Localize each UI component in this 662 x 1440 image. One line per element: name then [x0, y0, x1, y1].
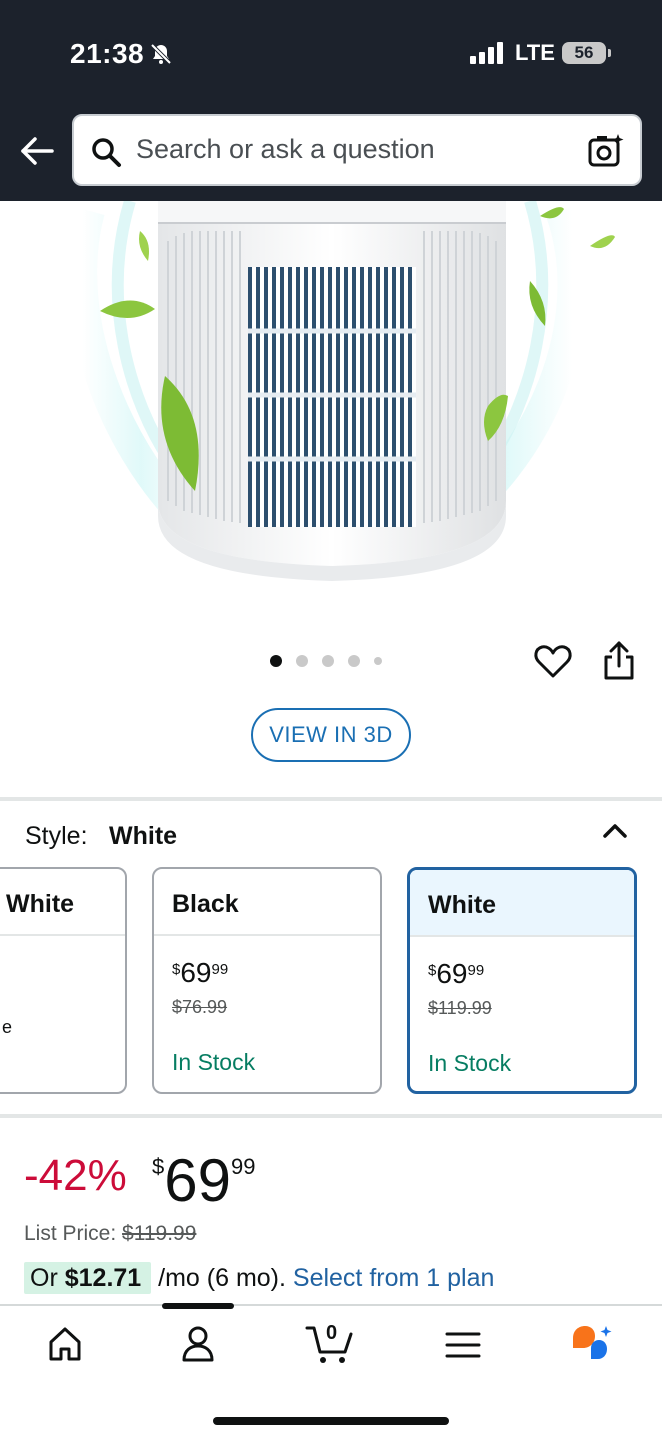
cart-button[interactable]: 0 — [305, 1322, 355, 1366]
style-option-name: Black — [154, 869, 380, 936]
style-option-list-price: $76.99 — [172, 997, 228, 1017]
menu-icon[interactable] — [444, 1330, 482, 1360]
image-carousel-dots[interactable] — [270, 655, 382, 667]
chevron-up-icon[interactable] — [600, 817, 630, 843]
search-bar[interactable] — [72, 114, 642, 186]
discount-percent: -42% — [24, 1151, 127, 1200]
account-icon[interactable] — [179, 1324, 217, 1364]
rufus-assistant-icon[interactable] — [569, 1324, 615, 1366]
search-input[interactable] — [136, 134, 566, 165]
carousel-dot[interactable] — [270, 655, 282, 667]
style-option-stock: In Stock — [428, 1050, 512, 1076]
view-in-3d-button[interactable]: VIEW IN 3D — [251, 708, 411, 762]
share-icon[interactable] — [600, 640, 638, 682]
product-image[interactable] — [0, 201, 662, 621]
style-option-price: $6999 — [428, 958, 485, 989]
style-option-name: White — [410, 870, 634, 937]
bell-muted-icon — [150, 43, 172, 65]
carousel-dot[interactable] — [296, 655, 308, 667]
current-price: $6999 — [152, 1147, 256, 1214]
section-divider — [0, 1114, 662, 1118]
style-option-card-selected[interactable]: White $6999 $119.99 In Stock — [407, 867, 637, 1094]
heart-icon[interactable] — [532, 640, 574, 682]
top-header: 21:38 LTE 56 — [0, 0, 662, 201]
style-selected-value: White — [109, 822, 178, 850]
active-tab-indicator — [162, 1303, 234, 1309]
carousel-dot[interactable] — [348, 655, 360, 667]
style-option-name: White — [0, 869, 125, 936]
style-option-price: $6999 — [172, 957, 229, 988]
installment-plan: Or $12.71 /mo (6 mo). Select from 1 plan — [24, 1262, 495, 1294]
home-indicator — [213, 1417, 449, 1425]
style-option-stock: In Stock — [172, 1049, 256, 1075]
list-price: List Price: $119.99 — [24, 1222, 197, 1245]
status-time: 21:38 — [70, 38, 145, 69]
back-arrow-icon[interactable] — [18, 130, 58, 172]
carousel-dot[interactable] — [374, 657, 382, 665]
style-option-list-price: $119.99 — [428, 998, 492, 1018]
cart-count: 0 — [326, 1322, 338, 1344]
select-plan-link[interactable]: Select from 1 plan — [293, 1264, 495, 1292]
installment-badge: Or $12.71 — [24, 1262, 152, 1294]
signal-icon — [470, 42, 503, 64]
battery-indicator: 56 — [562, 42, 611, 64]
style-option-card[interactable]: White e — [0, 867, 127, 1094]
network-type: LTE — [515, 40, 555, 65]
home-icon[interactable] — [46, 1324, 84, 1364]
style-option-edge-text: e — [2, 1017, 13, 1037]
search-icon — [92, 138, 121, 167]
style-label: Style: — [25, 822, 88, 850]
camera-lens-icon[interactable] — [587, 132, 625, 170]
section-divider — [0, 797, 662, 801]
style-option-card[interactable]: Black $6999 $76.99 In Stock — [152, 867, 382, 1094]
carousel-dot[interactable] — [322, 655, 334, 667]
